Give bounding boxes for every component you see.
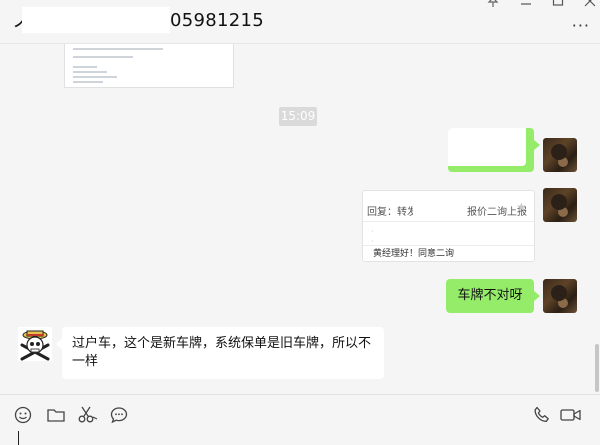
chat-title-prefix: ノ — [12, 11, 30, 32]
chat-header: ノ 05981215 ··· — [0, 0, 600, 44]
avatar-other[interactable] — [18, 327, 52, 361]
pin-icon[interactable] — [478, 0, 508, 10]
avatar-self[interactable] — [543, 188, 577, 222]
previous-email-card[interactable] — [64, 44, 234, 88]
avatar-self[interactable] — [543, 279, 577, 313]
email-share-card[interactable]: 回复：转发: 报价二询上报 ★ · · 黄经理好！同意二询 — [362, 190, 535, 262]
text-cursor[interactable] — [18, 431, 19, 445]
chat-title-suffix: 05981215 — [170, 9, 265, 31]
chat-title: ノ 05981215 — [12, 6, 264, 34]
email-body-placeholder: · · — [371, 227, 374, 246]
folder-icon[interactable] — [45, 404, 67, 426]
emoji-icon[interactable] — [12, 404, 34, 426]
chat-bubble-icon[interactable] — [108, 404, 130, 426]
close-icon[interactable] — [575, 0, 600, 10]
input-toolbar — [0, 394, 600, 445]
redacted-message-bubble[interactable] — [448, 128, 540, 172]
message-bubble-self[interactable]: 车牌不对呀 — [446, 279, 540, 313]
more-icon[interactable]: ··· — [572, 16, 590, 35]
avatar-self[interactable] — [543, 138, 577, 172]
message-bubble-other[interactable]: 过户车，这个是新车牌，系统保单是旧车牌，所以不一样 — [56, 327, 384, 379]
video-call-icon[interactable] — [560, 404, 582, 426]
chat-scrollbar[interactable] — [595, 344, 599, 392]
message-timestamp: 15:09 — [279, 107, 317, 126]
divider — [363, 221, 534, 222]
chat-message-area[interactable]: 15:09 回复：转发: 报价二询上报 ★ · · 黄经理好！同意二询 车牌不对呀 — [0, 44, 600, 394]
minimize-icon[interactable] — [511, 0, 541, 10]
email-footer-text: 黄经理好！同意二询 — [363, 245, 534, 262]
redacted-name — [22, 7, 170, 33]
phone-icon[interactable] — [531, 404, 553, 426]
star-icon: ★ — [516, 200, 527, 214]
maximize-icon[interactable] — [543, 0, 573, 10]
redacted-content — [448, 128, 526, 166]
scissors-icon[interactable] — [77, 404, 99, 426]
